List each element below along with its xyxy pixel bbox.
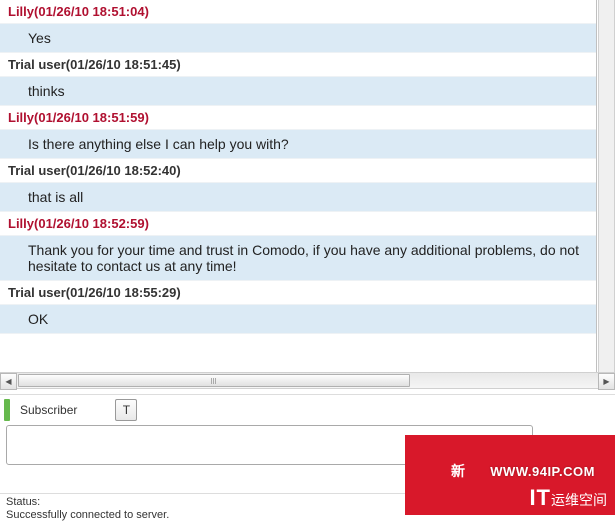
vertical-scrollbar[interactable] bbox=[598, 0, 615, 372]
message-header: Trial user(01/26/10 18:51:45) bbox=[0, 53, 596, 76]
subscriber-toolbar: Subscriber T bbox=[0, 395, 615, 423]
chat-scroll-viewport[interactable]: Lilly(01/26/10 18:51:04)YesTrial user(01… bbox=[0, 0, 597, 372]
scroll-right-arrow-icon[interactable]: ▶ bbox=[598, 373, 615, 390]
message-header: Lilly(01/26/10 18:52:59) bbox=[0, 212, 596, 235]
scrollbar-thumb[interactable] bbox=[18, 374, 410, 387]
horizontal-scrollbar[interactable]: ◀ ▶ bbox=[0, 372, 615, 389]
chat-transcript-area: Lilly(01/26/10 18:51:04)YesTrial user(01… bbox=[0, 0, 615, 372]
message-body: Thank you for your time and trust in Com… bbox=[0, 235, 596, 281]
chat-message: Lilly(01/26/10 18:51:59)Is there anythin… bbox=[0, 106, 596, 159]
message-header: Lilly(01/26/10 18:51:59) bbox=[0, 106, 596, 129]
status-bar: Status: Successfully connected to server… bbox=[0, 493, 615, 523]
chat-message: Trial user(01/26/10 18:51:45)thinks bbox=[0, 53, 596, 106]
chat-message: Trial user(01/26/10 18:55:29)OK bbox=[0, 281, 596, 334]
message-header: Trial user(01/26/10 18:52:40) bbox=[0, 159, 596, 182]
text-format-button[interactable]: T bbox=[115, 399, 137, 421]
status-indicator-icon bbox=[4, 399, 10, 421]
subscriber-label: Subscriber bbox=[18, 403, 77, 417]
message-body: OK bbox=[0, 304, 596, 334]
message-header: Lilly(01/26/10 18:51:04) bbox=[0, 0, 596, 23]
status-label: Status: bbox=[6, 496, 609, 508]
scrollbar-grip-icon bbox=[211, 378, 217, 384]
watermark-url: WWW.94IP.COM bbox=[490, 464, 595, 479]
message-input[interactable] bbox=[6, 425, 533, 465]
message-body: that is all bbox=[0, 182, 596, 212]
scrollbar-track[interactable] bbox=[17, 373, 598, 388]
scroll-left-arrow-icon[interactable]: ◀ bbox=[0, 373, 17, 390]
chat-message: Lilly(01/26/10 18:51:04)Yes bbox=[0, 0, 596, 53]
message-body: Yes bbox=[0, 23, 596, 53]
message-input-area bbox=[6, 425, 609, 465]
chat-message: Trial user(01/26/10 18:52:40)that is all bbox=[0, 159, 596, 212]
send-button[interactable] bbox=[539, 435, 609, 463]
message-header: Trial user(01/26/10 18:55:29) bbox=[0, 281, 596, 304]
message-body: Is there anything else I can help you wi… bbox=[0, 129, 596, 159]
message-body: thinks bbox=[0, 76, 596, 106]
chat-message: Lilly(01/26/10 18:52:59)Thank you for yo… bbox=[0, 212, 596, 281]
